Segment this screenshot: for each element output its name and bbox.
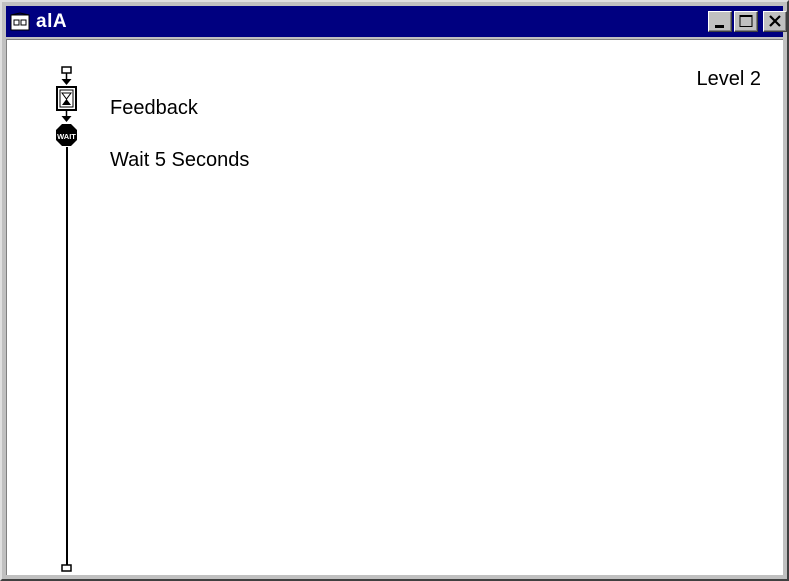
minimize-button[interactable]: [708, 11, 732, 32]
feedback-label[interactable]: Feedback: [110, 97, 198, 120]
display-icon[interactable]: [56, 86, 77, 111]
flowline-graphics: WAIT: [56, 66, 77, 572]
close-icon: [769, 15, 781, 27]
flowline: [66, 147, 68, 565]
end-marker-icon[interactable]: [61, 564, 72, 572]
maximize-button[interactable]: [734, 11, 758, 32]
connector-arrow-icon: [61, 110, 72, 122]
flowchart-canvas[interactable]: Level 2 WAIT Feedback Wait 5 Seconds: [6, 39, 783, 575]
wait-icon[interactable]: WAIT: [56, 124, 77, 146]
window-title: alA: [36, 10, 68, 32]
minimize-icon: [715, 25, 724, 28]
title-bar[interactable]: alA: [6, 6, 787, 37]
wait-label[interactable]: Wait 5 Seconds: [110, 149, 249, 172]
level-label: Level 2: [696, 68, 762, 90]
flowchart-window: alA Level 2 WAIT Feedback Wait 5 Seconds: [0, 0, 789, 581]
window-controls: [708, 11, 787, 32]
start-marker-icon[interactable]: [61, 66, 72, 85]
maximize-icon: [739, 15, 753, 27]
close-button[interactable]: [763, 11, 787, 32]
wait-badge: WAIT: [57, 132, 76, 141]
map-icon[interactable]: [10, 11, 30, 32]
